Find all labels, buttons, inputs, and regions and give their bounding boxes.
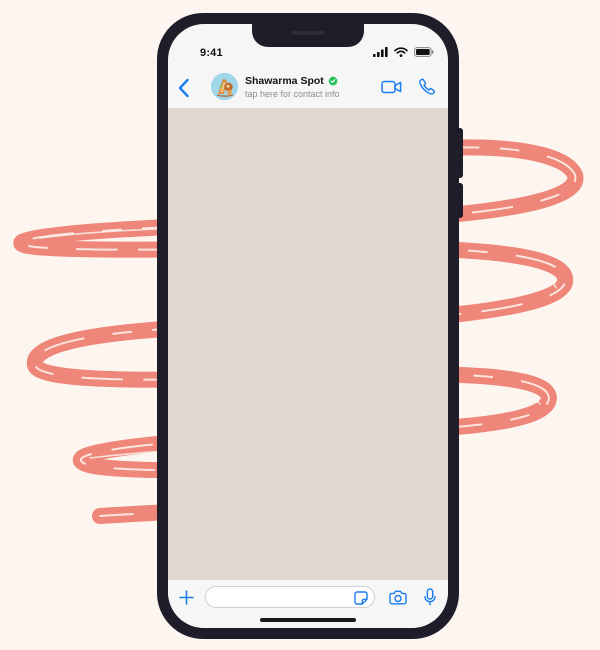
video-camera-icon[interactable] bbox=[381, 80, 402, 94]
camera-icon[interactable] bbox=[389, 590, 407, 605]
verified-badge-icon bbox=[328, 76, 338, 86]
contact-info-hint[interactable]: tap here for contact info bbox=[245, 89, 340, 99]
side-button bbox=[458, 128, 463, 178]
speaker-grille bbox=[291, 31, 325, 35]
avatar[interactable] bbox=[211, 73, 238, 100]
notch bbox=[252, 24, 364, 47]
chat-message-area[interactable] bbox=[168, 108, 448, 580]
composer-bar bbox=[168, 580, 448, 628]
home-indicator bbox=[260, 618, 356, 622]
status-time: 9:41 bbox=[200, 47, 223, 59]
plus-icon[interactable] bbox=[179, 590, 194, 605]
phone-frame: 9:41 Shawarma Spot tap here for contact … bbox=[157, 13, 463, 639]
back-chevron-icon[interactable] bbox=[177, 78, 191, 98]
side-button bbox=[458, 183, 463, 218]
stage: 9:41 Shawarma Spot tap here for contact … bbox=[0, 0, 600, 650]
phone-screen: 9:41 Shawarma Spot tap here for contact … bbox=[168, 24, 448, 628]
battery-icon bbox=[414, 47, 434, 57]
status-icons bbox=[373, 47, 434, 57]
sticker-icon[interactable] bbox=[354, 591, 368, 605]
cellular-signal-icon bbox=[373, 47, 388, 57]
contact-name-row[interactable]: Shawarma Spot bbox=[245, 75, 338, 87]
message-input[interactable] bbox=[205, 586, 375, 608]
contact-name: Shawarma Spot bbox=[245, 75, 324, 87]
phone-icon[interactable] bbox=[419, 78, 436, 95]
avatar-food-icon bbox=[211, 73, 238, 100]
microphone-icon[interactable] bbox=[424, 588, 436, 606]
chat-header: Shawarma Spot tap here for contact info bbox=[168, 68, 448, 108]
wifi-icon bbox=[394, 47, 408, 57]
